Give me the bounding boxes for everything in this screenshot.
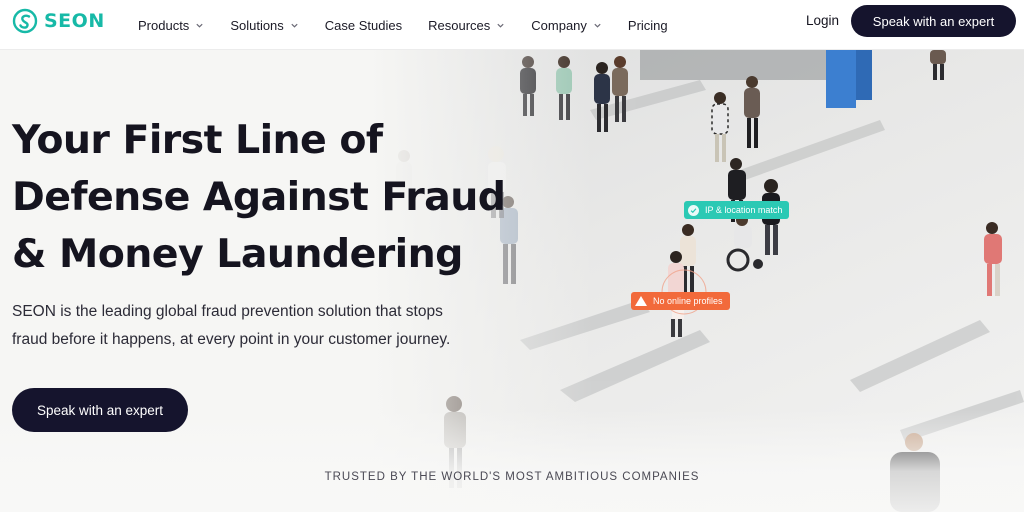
brand-name: SEON (44, 10, 105, 32)
trusted-by-heading: TRUSTED BY THE WORLD'S MOST AMBITIOUS CO… (324, 471, 700, 483)
hero-title-line: Your First Line of (12, 117, 383, 163)
hero-subtitle-line: fraud before it happens, at every point … (12, 331, 451, 348)
speak-with-expert-button[interactable]: Speak with an expert (851, 5, 1016, 37)
warning-icon (635, 296, 647, 306)
chevron-down-icon (291, 23, 298, 28)
hero-subtitle-line: SEON is the leading global fraud prevent… (12, 303, 443, 320)
nav-item-company[interactable]: Company (531, 18, 602, 33)
nav-item-label: Case Studies (324, 17, 403, 33)
chevron-down-icon (594, 23, 601, 28)
hero-title-line: & Money Laundering (12, 231, 463, 277)
seon-logo-icon (12, 8, 38, 34)
main-menu: Products Solutions Case Studies Resource… (138, 0, 694, 50)
tag-label: No online profiles (653, 296, 723, 306)
chevron-down-icon (196, 23, 203, 28)
nav-item-solutions[interactable]: Solutions (230, 18, 298, 33)
nav-item-label: Solutions (230, 17, 284, 33)
nav-item-case-studies[interactable]: Case Studies (325, 18, 402, 33)
login-link[interactable]: Login (806, 13, 839, 28)
hero-title: Your First Line of Defense Against Fraud… (12, 112, 532, 283)
ip-location-match-tag: IP & location match (684, 201, 790, 219)
top-navigation: SEON Products Solutions Case Studies Res… (0, 0, 1024, 50)
nav-item-resources[interactable]: Resources (428, 18, 505, 33)
no-online-profiles-tag: No online profiles (631, 292, 730, 310)
nav-item-products[interactable]: Products (138, 18, 204, 33)
nav-item-label: Company (531, 17, 587, 33)
chevron-down-icon (497, 23, 504, 28)
hero-subtitle: SEON is the leading global fraud prevent… (12, 298, 512, 354)
nav-item-pricing[interactable]: Pricing (628, 18, 668, 33)
seon-logo[interactable]: SEON (12, 8, 105, 34)
check-circle-icon (688, 204, 699, 216)
hero-speak-with-expert-button[interactable]: Speak with an expert (12, 388, 188, 432)
nav-item-label: Products (138, 17, 190, 33)
tag-label: IP & location match (705, 205, 783, 215)
hero-title-line: Defense Against Fraud (12, 174, 506, 220)
nav-item-label: Pricing (627, 17, 668, 33)
nav-item-label: Resources (428, 17, 491, 33)
